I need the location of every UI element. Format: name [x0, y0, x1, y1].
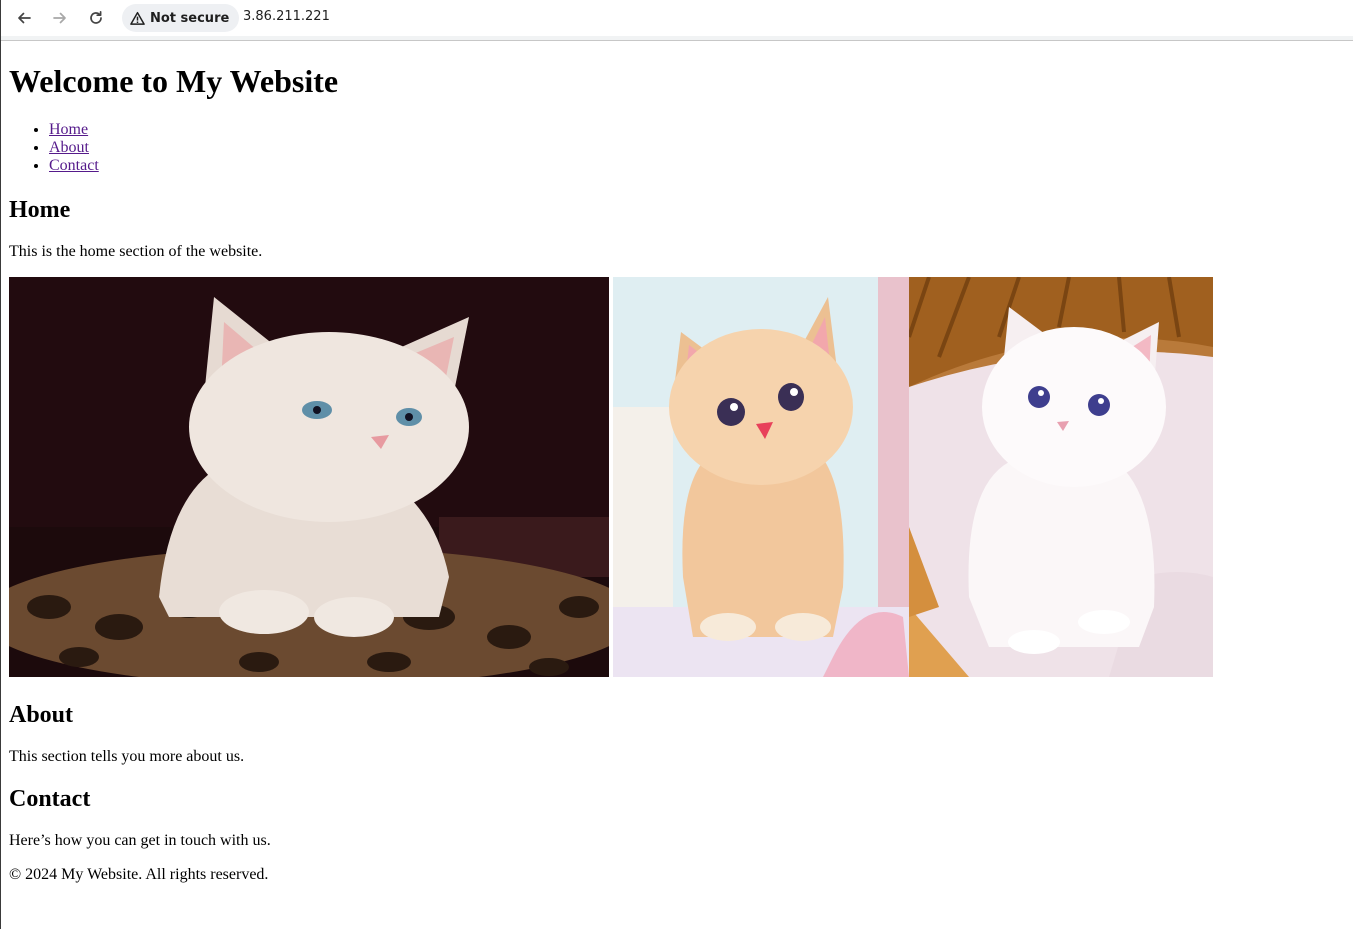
- back-button[interactable]: [11, 5, 37, 31]
- nav-item-home: Home: [49, 121, 99, 139]
- kitten-image-2: [613, 277, 909, 677]
- contact-text: Here’s how you can get in touch with us.: [9, 832, 271, 849]
- window-edge: [0, 0, 1, 929]
- security-chip[interactable]: Not secure: [122, 4, 240, 32]
- url-text[interactable]: 3.86.211.221: [243, 9, 330, 24]
- warning-triangle-icon: [130, 11, 145, 25]
- arrow-left-icon: [18, 12, 31, 24]
- browser-toolbar: Not secure 3.86.211.221: [1, 0, 1353, 36]
- toolbar-divider: [1, 40, 1353, 41]
- kitten-image-1: [9, 277, 609, 677]
- contact-heading: Contact: [9, 786, 91, 812]
- kitten-image-3: [909, 277, 1213, 677]
- nav-item-about: About: [49, 139, 99, 157]
- kitten-photo-2: [613, 277, 909, 677]
- reload-button[interactable]: [83, 5, 109, 31]
- nav-link-contact[interactable]: Contact: [49, 157, 99, 174]
- nav-item-contact: Contact: [49, 157, 99, 175]
- about-heading: About: [9, 702, 74, 728]
- home-heading: Home: [9, 197, 71, 223]
- page-title: Welcome to My Website: [9, 63, 339, 99]
- kitten-photo-3: [909, 277, 1213, 677]
- about-text: This section tells you more about us.: [9, 748, 245, 765]
- arrow-right-icon: [53, 12, 66, 24]
- footer-text: © 2024 My Website. All rights reserved.: [9, 866, 269, 883]
- forward-button[interactable]: [47, 5, 73, 31]
- kitten-photo-1: [9, 277, 609, 677]
- security-label: Not secure: [150, 10, 230, 26]
- nav-link-home[interactable]: Home: [49, 121, 88, 138]
- reload-icon: [90, 10, 102, 24]
- nav-list: Home About Contact: [9, 121, 99, 175]
- nav-link-about[interactable]: About: [49, 139, 89, 156]
- home-text: This is the home section of the website.: [9, 243, 263, 260]
